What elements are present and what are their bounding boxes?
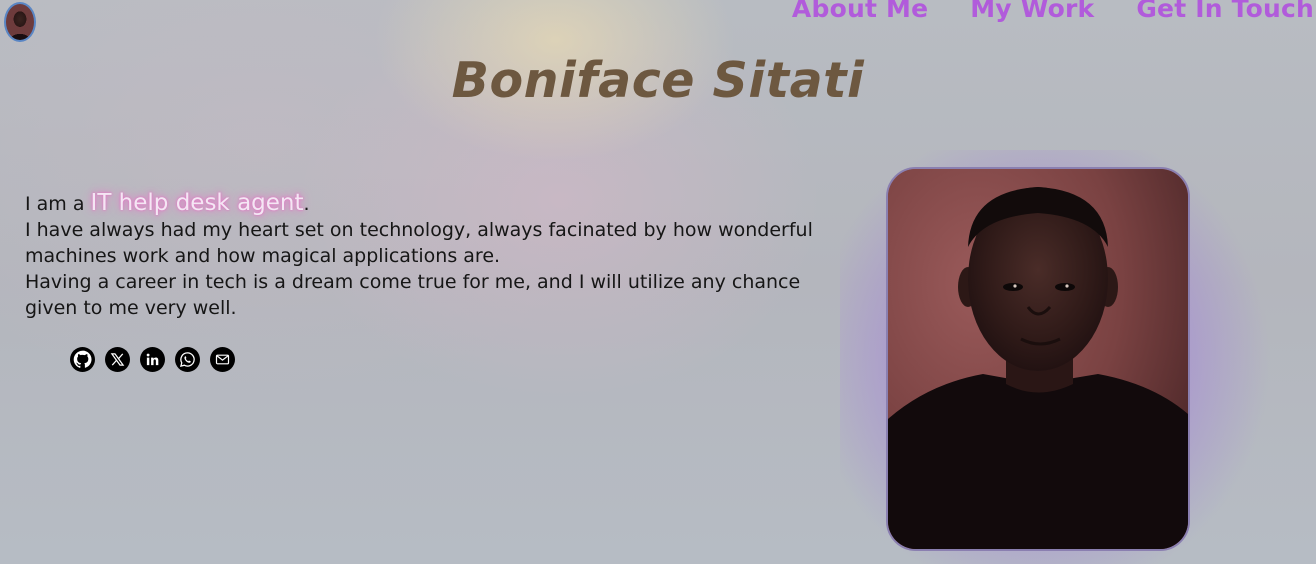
intro-paragraph-1: I have always had my heart set on techno… (25, 219, 813, 267)
intro-paragraph-2: Having a career in tech is a dream come … (25, 271, 801, 319)
profile-photo (886, 167, 1190, 551)
intro-text: I am a IT help desk agent. I have always… (25, 190, 815, 321)
x-twitter-icon[interactable] (105, 347, 130, 372)
page-title: Boniface Sitati (451, 52, 865, 109)
role-highlight: IT help desk agent (90, 190, 304, 216)
social-links (70, 347, 235, 372)
nav-my-work[interactable]: My Work (970, 0, 1094, 23)
intro-suffix: . (303, 193, 310, 215)
avatar[interactable] (4, 2, 36, 42)
email-icon[interactable] (210, 347, 235, 372)
intro-prefix: I am a (25, 193, 91, 215)
linkedin-icon[interactable] (140, 347, 165, 372)
nav-get-in-touch[interactable]: Get In Touch (1136, 0, 1314, 23)
whatsapp-icon[interactable] (175, 347, 200, 372)
profile-photo-illustration (888, 169, 1188, 549)
nav-about-me[interactable]: About Me (792, 0, 928, 23)
github-icon[interactable] (70, 347, 95, 372)
intro-role-line: I am a IT help desk agent. (25, 190, 815, 217)
top-nav: About Me My Work Get In Touch (792, 0, 1316, 23)
